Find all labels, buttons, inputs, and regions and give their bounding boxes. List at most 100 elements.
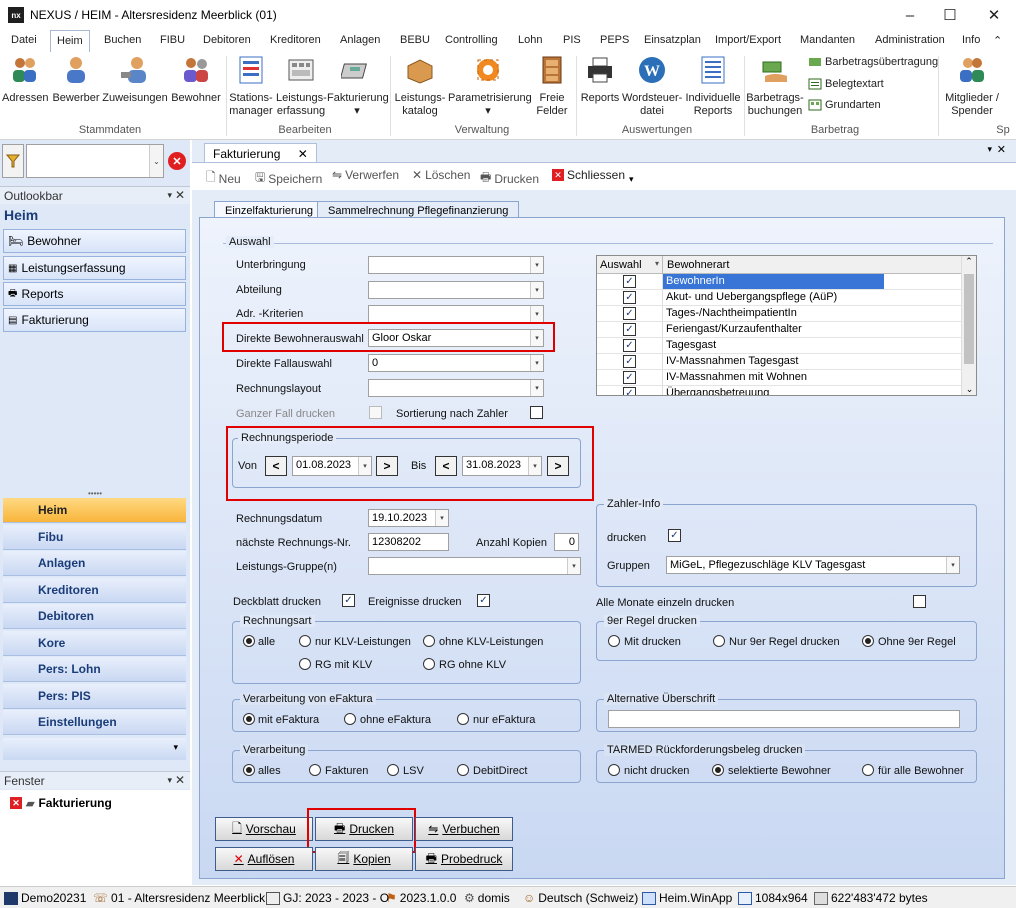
menu-buchen[interactable]: Buchen (104, 34, 141, 46)
menu-fibu[interactable]: FIBU (160, 34, 185, 46)
ribbon-adressen-button[interactable]: Adressen (2, 54, 48, 105)
rechnungsart-nur-klv-radio[interactable] (299, 635, 311, 647)
outlookbar-item-leistungserfassung[interactable]: ▦ Leistungserfassung (3, 256, 186, 280)
verarbeitung-alles-radio[interactable] (243, 764, 255, 776)
menu-import-export[interactable]: Import/Export (715, 34, 781, 46)
unterbringung-select[interactable]: ▾ (368, 256, 544, 274)
menu-administration[interactable]: Administration (875, 34, 945, 46)
von-date-picker[interactable]: 01.08.2023 ▾ (292, 456, 372, 476)
rechnungsart-alle-radio[interactable] (243, 635, 255, 647)
toolbar-neu-button[interactable]: 🗋 Neu (206, 168, 241, 189)
row-checkbox[interactable]: ✓ (623, 291, 636, 304)
efaktura-nur-radio[interactable] (457, 713, 469, 725)
ganzer-fall-checkbox[interactable] (369, 406, 382, 419)
menu-debitoren[interactable]: Debitoren (203, 34, 251, 46)
outlookbar-item-bewohner[interactable]: 🛏 Bewohner (3, 229, 186, 253)
efaktura-ohne-radio[interactable] (344, 713, 356, 725)
menu-heim[interactable]: Heim (50, 30, 90, 53)
ribbon-leistungserfassung-button[interactable]: Leistungs- erfassung (276, 54, 327, 118)
grid-row[interactable]: ✓ BewohnerIn (597, 274, 976, 290)
ribbon-stationsmanager-button[interactable]: Stations- manager (228, 54, 274, 118)
ribbon-barbetragsuebertragung-button[interactable]: Barbetragsübertragung (808, 56, 938, 68)
row-checkbox[interactable]: ✓ (623, 355, 636, 368)
ribbon-bewohner-button[interactable]: Bewohner (170, 54, 222, 105)
ribbon-barbetragsbuchungen-button[interactable]: Barbetrags- buchungen (746, 54, 804, 118)
ereignisse-checkbox[interactable]: ✓ (477, 594, 490, 607)
rechnungsart-rg-ohne-radio[interactable] (423, 658, 435, 670)
rechnungsart-rg-mit-radio[interactable] (299, 658, 311, 670)
regel9-mit-radio[interactable] (608, 635, 620, 647)
verbuchen-button[interactable]: ⇋ Verbuchen (415, 817, 513, 841)
grid-row[interactable]: ✓ IV-Massnahmen mit Wohnen (597, 370, 976, 386)
row-checkbox[interactable]: ✓ (623, 339, 636, 352)
drucken-button[interactable]: 🖶 Drucken (315, 817, 413, 841)
outlookbar-item-fakturierung[interactable]: ▤ Fakturierung (3, 308, 186, 332)
menu-info[interactable]: Info (962, 34, 980, 46)
kopien-button[interactable]: 🗐 Kopien (315, 847, 413, 871)
aufloesen-button[interactable]: ✕ Auflösen (215, 847, 313, 871)
probedruck-button[interactable]: 🖶 Probedruck (415, 847, 513, 871)
doc-tab-fakturierung[interactable]: Fakturierung ✕ (204, 143, 317, 163)
ribbon-fakturierung-button[interactable]: Fakturierung ▾ (327, 54, 389, 118)
direkte-bewohnerauswahl-select[interactable]: Gloor Oskar ▾ (368, 329, 544, 347)
nav-pers-pis[interactable]: Pers: PIS (3, 684, 186, 709)
rechnungslayout-select[interactable]: ▾ (368, 379, 544, 397)
menu-kreditoren[interactable]: Kreditoren (270, 34, 321, 46)
gruppen-select[interactable]: MiGeL, Pflegezuschläge KLV Tagesgast ▾ (666, 556, 960, 574)
tarmed-selektierte-radio[interactable] (712, 764, 724, 776)
leistungsgruppe-select[interactable]: ▾ (368, 557, 581, 575)
ribbon-parametrisierung-button[interactable]: Parametrisierung ▾ (448, 54, 532, 118)
close-window-button[interactable]: ✕ (984, 5, 1004, 25)
scroll-down-icon[interactable]: ⌄ (962, 384, 976, 395)
row-checkbox[interactable]: ✓ (623, 371, 636, 384)
deckblatt-checkbox[interactable]: ✓ (342, 594, 355, 607)
menu-bebu[interactable]: BEBU (400, 34, 430, 46)
von-prev-button[interactable]: < (265, 456, 287, 476)
subtab-sammelrechnung[interactable]: Sammelrechnung Pflegefinanzierung (317, 201, 520, 218)
von-next-button[interactable]: > (376, 456, 398, 476)
efaktura-mit-radio[interactable] (243, 713, 255, 725)
adr-kriterien-select[interactable]: ▾ (368, 305, 544, 323)
nav-fibu[interactable]: Fibu (3, 525, 186, 550)
row-checkbox[interactable]: ✓ (623, 307, 636, 320)
grid-row[interactable]: ✓ Feriengast/Kurzaufenthalter (597, 322, 976, 338)
rechnungsdatum-picker[interactable]: 19.10.2023 ▾ (368, 509, 449, 527)
nav-kore[interactable]: Kore (3, 631, 186, 656)
menu-anlagen[interactable]: Anlagen (340, 34, 380, 46)
tarmed-nicht-radio[interactable] (608, 764, 620, 776)
outlookbar-item-reports[interactable]: 🖶 Reports (3, 282, 186, 306)
ribbon-zuweisungen-button[interactable]: Zuweisungen (102, 54, 168, 105)
toolbar-speichern-button[interactable]: 🖫 Speichern (255, 168, 322, 189)
menu-datei[interactable]: Datei (11, 34, 37, 46)
fenster-item-fakturierung[interactable]: ✕ ▰ Fakturierung (10, 796, 112, 810)
ribbon-leistungskatalog-button[interactable]: Leistungs- katalog (394, 54, 446, 118)
tarmed-alle-radio[interactable] (862, 764, 874, 776)
grid-row[interactable]: ✓ Tages-/NachtheimpatientIn (597, 306, 976, 322)
verarbeitung-lsv-radio[interactable] (387, 764, 399, 776)
nav-kreditoren[interactable]: Kreditoren (3, 578, 186, 603)
bis-prev-button[interactable]: < (435, 456, 457, 476)
toolbar-verwerfen-button[interactable]: ⇋ Verwerfen (332, 168, 399, 182)
direkte-fallauswahl-select[interactable]: 0 ▾ (368, 354, 544, 372)
close-panel-icon[interactable]: ✕ (175, 773, 185, 787)
pin-icon[interactable]: ▾ (167, 190, 172, 201)
grid-scrollbar[interactable]: ⌃ ⌄ (961, 256, 976, 395)
menu-lohn[interactable]: Lohn (518, 34, 542, 46)
ribbon-wordsteuerdatei-button[interactable]: W Wordsteuer- datei (622, 54, 682, 118)
nav-debitoren[interactable]: Debitoren (3, 604, 186, 629)
filter-button[interactable] (2, 144, 24, 178)
subtab-einzelfakturierung[interactable]: Einzelfakturierung (214, 201, 325, 218)
nav-more-icon[interactable]: ▾ (3, 738, 186, 760)
minimize-button[interactable]: – (900, 5, 920, 25)
grid-header-auswahl[interactable]: Auswahl ▾ (597, 256, 663, 273)
vorschau-button[interactable]: 🗋 Vorschau (215, 817, 313, 841)
toolbar-schliessen-button[interactable]: ✕ Schliessen (552, 168, 625, 182)
alle-monate-checkbox[interactable] (913, 595, 926, 608)
toolbar-overflow-icon[interactable]: ▾ (629, 174, 634, 185)
grid-row[interactable]: ✓ Übergangsbetreuung (597, 386, 976, 395)
maximize-button[interactable]: ☐ (940, 5, 960, 25)
ribbon-mitglieder-spender-button[interactable]: Mitglieder / Spender (940, 54, 1004, 118)
menu-controlling[interactable]: Controlling (445, 34, 498, 46)
scroll-up-icon[interactable]: ⌃ (962, 256, 976, 267)
nav-pers-lohn[interactable]: Pers: Lohn (3, 657, 186, 682)
